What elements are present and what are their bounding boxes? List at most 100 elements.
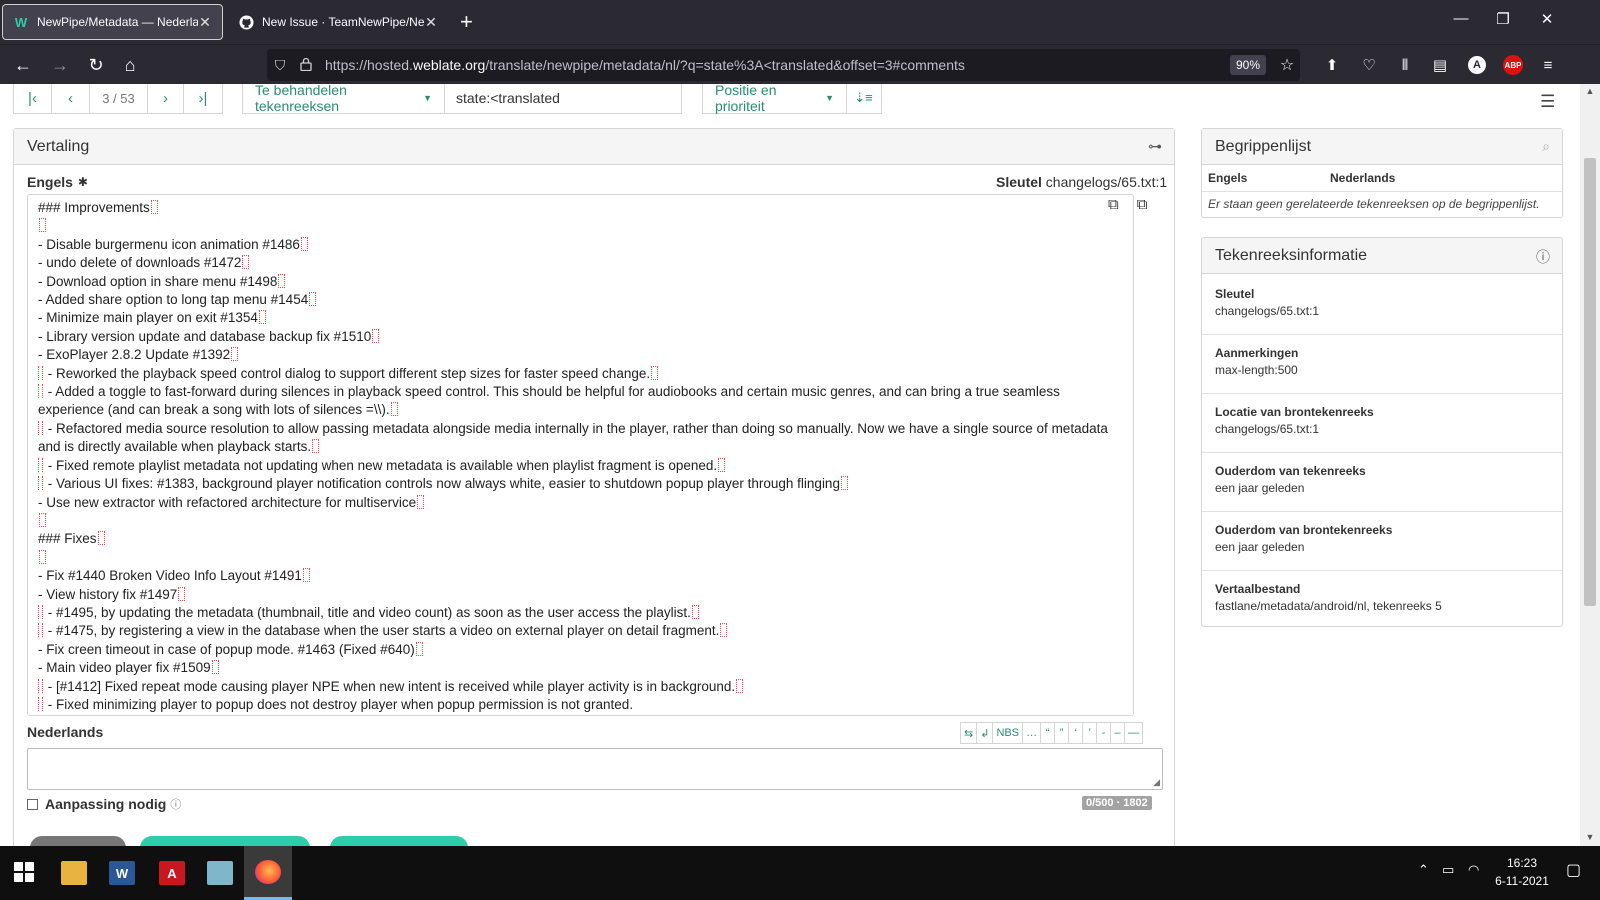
start-button[interactable] (0, 846, 48, 900)
scroll-down-icon[interactable]: ▼ (1580, 832, 1600, 842)
back-icon[interactable]: ← (9, 51, 37, 79)
github-icon (238, 14, 254, 30)
info-circle-icon[interactable]: ⓘ (1536, 247, 1550, 267)
action-button[interactable] (330, 836, 468, 846)
source-line: ### Fixes (38, 530, 1123, 548)
firefox-icon (255, 859, 281, 884)
bug-icon[interactable]: ✱ (78, 175, 88, 189)
lock-icon[interactable] (293, 57, 319, 74)
action-button[interactable] (140, 836, 310, 846)
system-clock[interactable]: 16:23 6-11-2021 (1488, 854, 1556, 890)
search-query-input[interactable]: state:<translated (444, 84, 682, 114)
tab-title: New Issue · TeamNewPipe/New (262, 15, 424, 29)
copy-icon[interactable]: ⧉ (1108, 196, 1119, 213)
link-icon[interactable]: ⊶ (1148, 138, 1162, 155)
source-line: - Refactored media source resolution to … (38, 420, 1112, 455)
source-line: - Added a toggle to fast-forward during … (38, 384, 1064, 418)
insert-char-button[interactable]: - (1097, 723, 1112, 743)
translation-textarea[interactable]: ◢ (27, 748, 1163, 790)
newline-marker (258, 310, 266, 325)
source-line: - Library version update and database ba… (38, 328, 1123, 346)
tab-weblate[interactable]: W NewPipe/Metadata — Nederlan ✕ (2, 4, 223, 40)
weblate-page: |‹ ‹ 3 / 53 › ›| Te behandelen tekenreek… (0, 84, 1580, 846)
insert-char-button[interactable]: … (1023, 723, 1042, 743)
source-line: - Main video player fix #1509 (38, 659, 1123, 677)
shield-icon[interactable]: ⛉ (267, 57, 293, 74)
scroll-up-icon[interactable]: ▲ (1580, 86, 1600, 96)
settings-sliders-icon[interactable]: ☰ (1540, 92, 1555, 112)
source-line: - Reworked the playback speed control di… (38, 365, 1123, 383)
source-language-label: Engels ✱ (27, 174, 88, 190)
insert-char-button[interactable]: ‘ (1069, 723, 1084, 743)
insert-char-button[interactable]: — (1125, 723, 1142, 743)
source-line: - View history fix #1497 (38, 586, 1123, 604)
taskbar-firefox[interactable] (244, 846, 292, 900)
insert-char-button[interactable]: ⇆ (961, 723, 978, 743)
pocket-icon[interactable]: ♡ (1357, 54, 1381, 76)
zoom-level[interactable]: 90% (1229, 55, 1266, 75)
newline-marker (312, 439, 320, 454)
needs-editing-checkbox[interactable]: Aanpassing nodig ⓘ (27, 796, 181, 812)
source-line: - [#1412] Fixed repeat mode causing play… (38, 678, 1123, 696)
resize-handle-icon[interactable]: ◢ (1153, 777, 1160, 788)
insert-char-button[interactable]: ’ (1083, 723, 1098, 743)
wifi-icon[interactable]: ◠ (1468, 862, 1479, 878)
source-line: - Fix creen timeout in case of popup mod… (38, 641, 1123, 659)
insert-char-button[interactable]: ” (1055, 723, 1070, 743)
checkbox[interactable] (27, 798, 38, 810)
account-avatar-icon[interactable]: A (1468, 56, 1486, 74)
close-window-icon[interactable]: ✕ (1532, 10, 1562, 28)
insert-char-button[interactable]: “ (1041, 723, 1056, 743)
close-tab-icon[interactable]: ✕ (424, 14, 438, 31)
panel-header: Begrippenlijst ⌕ (1202, 129, 1562, 165)
whitespace-marker (38, 420, 43, 435)
string-info-item: Sleutel changelogs/65.txt:1 (1202, 275, 1562, 335)
whitespace-marker (38, 365, 43, 380)
scrollbar-thumb[interactable] (1584, 158, 1596, 606)
newline-marker (150, 200, 158, 214)
last-string-icon[interactable]: ›| (184, 84, 222, 113)
address-bar[interactable]: ⛉ https://hosted.weblate.org/translate/n… (267, 49, 1300, 81)
taskbar-file-explorer[interactable] (50, 846, 98, 900)
filter-dropdown[interactable]: Te behandelen tekenreeksen ▼ (242, 84, 445, 114)
newline-marker (39, 549, 46, 564)
taskbar-word[interactable]: W (98, 846, 146, 900)
battery-icon[interactable]: ▭ (1442, 862, 1454, 878)
show-hidden-icons[interactable]: ⌃ (1418, 862, 1429, 878)
sidebar-icon[interactable]: ▤ (1428, 54, 1452, 76)
insert-char-button[interactable]: NBS (993, 723, 1024, 743)
glossary-search-icon[interactable]: ⌕ (1542, 138, 1550, 155)
new-tab-button[interactable]: + (460, 10, 473, 34)
minimize-window-icon[interactable]: — (1446, 10, 1476, 27)
source-line: - Fixed remote playlist metadata not upd… (38, 457, 1123, 475)
sort-direction-icon[interactable]: ⇣≡ (846, 84, 882, 114)
reload-icon[interactable]: ↻ (82, 51, 110, 79)
extensions-icon[interactable]: ⬆ (1320, 54, 1344, 76)
prev-string-icon[interactable]: ‹ (52, 84, 90, 113)
insert-char-button[interactable]: ↲ (977, 723, 994, 743)
adblock-plus-icon[interactable]: ABP (1503, 55, 1523, 75)
sort-dropdown[interactable]: Positie en prioriteit ▼ (702, 84, 847, 114)
tab-github[interactable]: New Issue · TeamNewPipe/New ✕ (228, 4, 448, 40)
home-icon[interactable]: ⌂ (116, 51, 144, 79)
close-tab-icon[interactable]: ✕ (198, 14, 212, 31)
newline-marker (390, 402, 398, 417)
notification-icon[interactable]: ▢ (1566, 860, 1581, 880)
insert-char-button[interactable]: – (1111, 723, 1126, 743)
forward-icon[interactable]: → (46, 51, 74, 79)
menu-icon[interactable]: ≡ (1536, 54, 1560, 76)
restore-window-icon[interactable]: ❐ (1488, 10, 1518, 28)
browser-tab-bar: W NewPipe/Metadata — Nederlan ✕ New Issu… (0, 0, 1600, 44)
browser-nav-bar: ← → ↻ ⌂ ⛉ https://hosted.weblate.org/tra… (0, 44, 1600, 84)
clone-source-icon[interactable]: ⧉ (1137, 196, 1148, 213)
page-scrollbar[interactable]: ▲ ▼ (1580, 84, 1600, 846)
taskbar-acrobat[interactable]: A (148, 846, 196, 900)
library-icon[interactable]: ⫴ (1393, 54, 1417, 76)
next-string-icon[interactable]: › (148, 84, 184, 113)
first-string-icon[interactable]: |‹ (14, 84, 52, 113)
info-icon[interactable]: ⓘ (170, 796, 181, 812)
glossary-empty-note: Er staan geen gerelateerde tekenreeksen … (1208, 197, 1540, 211)
taskbar-notepad[interactable] (196, 846, 244, 900)
action-button[interactable] (30, 836, 126, 846)
bookmark-star-icon[interactable]: ☆ (1274, 55, 1300, 75)
